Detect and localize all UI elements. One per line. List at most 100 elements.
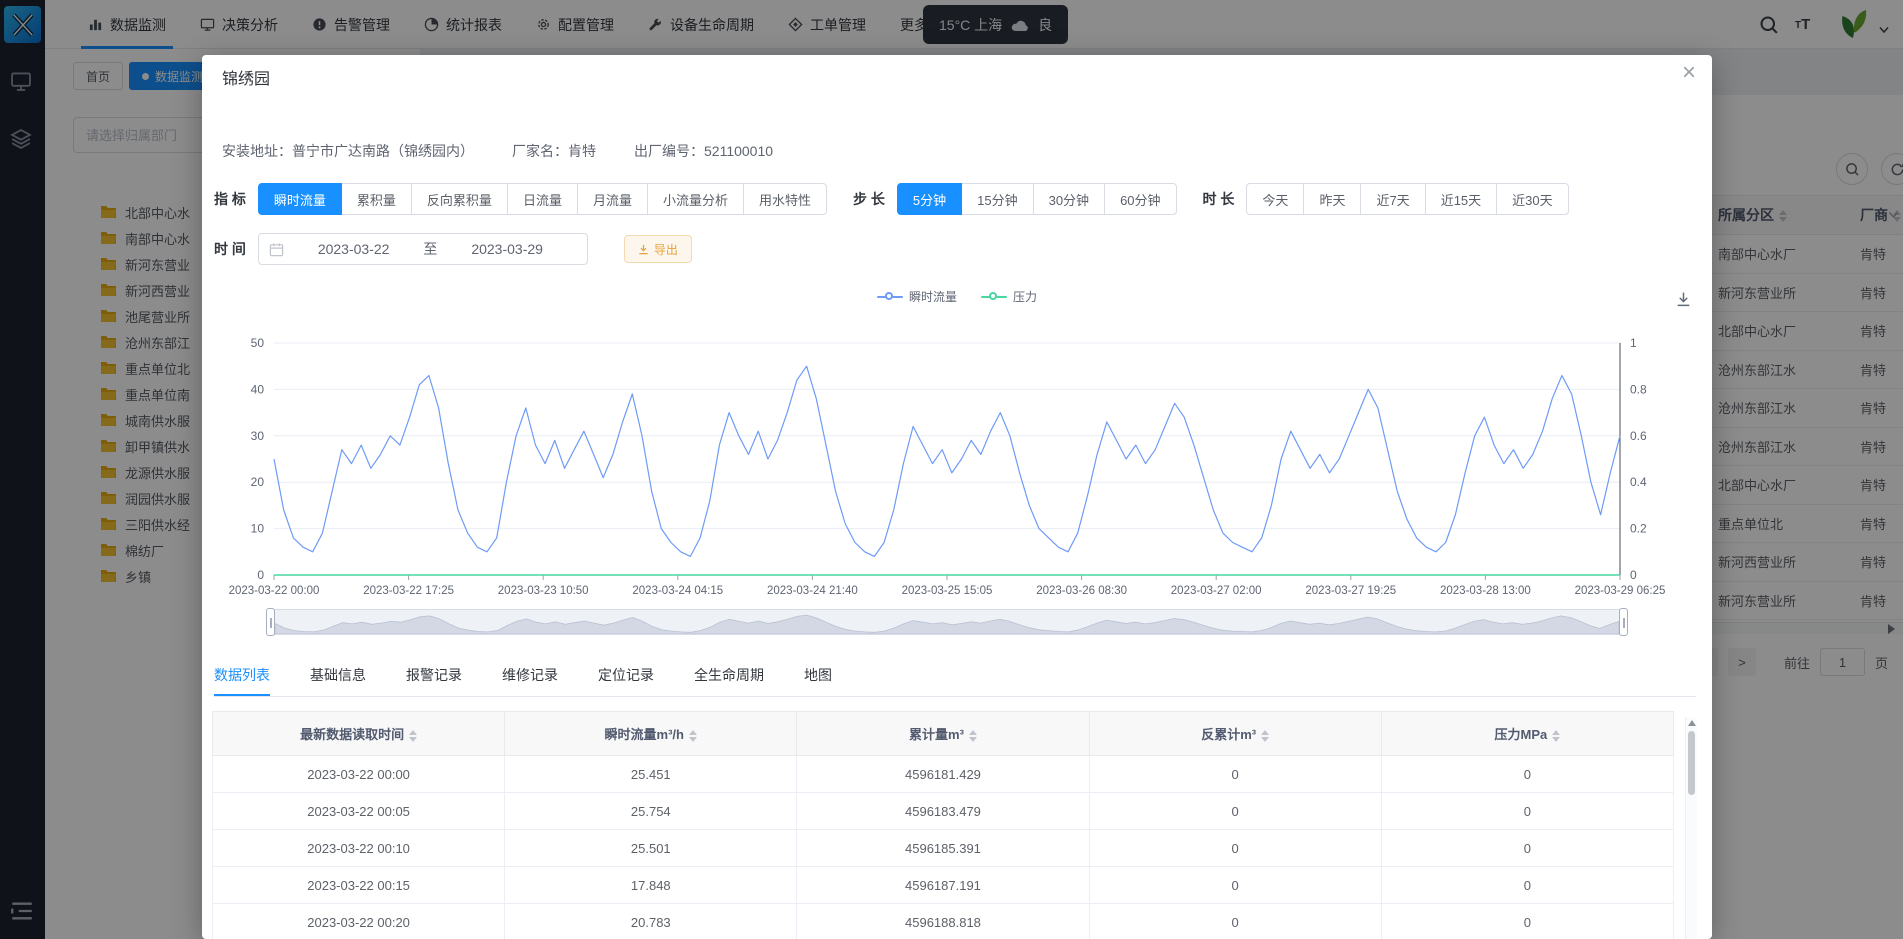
table-column-0[interactable]: 最新数据读取时间 — [211, 711, 506, 756]
scrollbar-thumb[interactable] — [1688, 731, 1695, 795]
table-cell: 4596188.818 — [796, 903, 1090, 939]
datazoom-track[interactable] — [274, 609, 1620, 635]
table-column-3[interactable]: 反累计m³ — [1088, 711, 1382, 756]
svg-text:0.8: 0.8 — [1630, 382, 1647, 396]
svg-text:0.4: 0.4 — [1630, 475, 1647, 489]
legend-item-0[interactable]: 瞬时流量 — [876, 288, 957, 305]
datazoom-left-handle[interactable] — [266, 608, 275, 636]
duration-button-0[interactable]: 今天 — [1246, 183, 1305, 215]
table-cell: 0 — [1088, 903, 1382, 939]
step-button-0[interactable]: 5分钟 — [896, 183, 963, 215]
legend-marker — [981, 291, 1007, 302]
sort-icon — [689, 729, 697, 742]
duration-button-4[interactable]: 近30天 — [1496, 183, 1569, 215]
device-info-row: 安装地址：普宁市广达南路（锦绣园内） 厂家名：肯特 出厂编号：521100010 — [222, 141, 773, 161]
table-cell: 4596187.191 — [796, 866, 1090, 904]
step-label: 步 长 — [853, 191, 885, 207]
detail-tabs: 数据列表 基础信息 报警记录 维修记录 定位记录 全生命周期 地图 — [214, 655, 1696, 697]
table-cell: 0 — [1088, 755, 1382, 793]
detail-tab-3[interactable]: 维修记录 — [502, 655, 558, 696]
column-label: 压力MPa — [1494, 727, 1548, 742]
detail-tab-5[interactable]: 全生命周期 — [694, 655, 764, 696]
detail-tab-4[interactable]: 定位记录 — [598, 655, 654, 696]
table-cell: 4596185.391 — [796, 829, 1090, 867]
duration-button-2[interactable]: 近7天 — [1360, 183, 1426, 215]
scroll-up-icon[interactable] — [1688, 720, 1696, 726]
svg-text:2023-03-24 21:40: 2023-03-24 21:40 — [767, 585, 858, 597]
data-list-table: 最新数据读取时间 瞬时流量m³/h 累计量m³ 反累计m³ 压力MPa 2023-03-… — [211, 711, 1675, 939]
metric-button-6[interactable]: 用水特性 — [742, 183, 827, 215]
table-cell: 25.501 — [504, 829, 798, 867]
step-button-group: 5分钟 15分钟 30分钟 60分钟 — [896, 183, 1177, 215]
detail-tab-1[interactable]: 基础信息 — [310, 655, 366, 696]
table-column-4[interactable]: 压力MPa — [1380, 711, 1675, 756]
table-vertical-scrollbar[interactable] — [1685, 717, 1697, 939]
metric-button-3[interactable]: 日流量 — [506, 183, 578, 215]
date-separator: 至 — [423, 241, 438, 257]
duration-button-3[interactable]: 近15天 — [1424, 183, 1498, 215]
table-cell: 2023-03-22 00:10 — [211, 829, 506, 867]
table-row-1: 2023-03-22 00:05 25.754 4596183.479 0 0 — [211, 792, 1675, 830]
column-label: 反累计m³ — [1201, 727, 1257, 742]
legend-marker — [876, 291, 903, 302]
detail-tab-6[interactable]: 地图 — [804, 655, 832, 696]
datazoom-right-handle[interactable] — [1619, 608, 1628, 636]
svg-text:0.6: 0.6 — [1630, 429, 1647, 443]
table-cell: 20.783 — [504, 903, 798, 939]
export-label: 导出 — [653, 242, 678, 257]
serial-number: 出厂编号：521100010 — [634, 143, 774, 159]
calendar-icon — [269, 242, 284, 257]
svg-text:10: 10 — [251, 522, 265, 536]
chart-datazoom-slider[interactable] — [266, 607, 1628, 637]
date-end[interactable]: 2023-03-29 — [437, 241, 577, 257]
date-start[interactable]: 2023-03-22 — [284, 241, 424, 257]
svg-text:2023-03-22 17:25: 2023-03-22 17:25 — [363, 585, 454, 597]
date-range-picker[interactable]: 2023-03-22 至 2023-03-29 — [257, 233, 588, 265]
flow-pressure-chart: 0 0 10 0.2 20 0.4 30 0.6 40 0.8 50 1 2023-03-22 00:0… — [229, 336, 1666, 597]
time-label: 时 间 — [214, 241, 246, 257]
metric-button-2[interactable]: 反向累积量 — [410, 183, 508, 215]
table-cell: 0 — [1380, 792, 1675, 830]
table-cell: 2023-03-22 00:05 — [211, 792, 506, 830]
table-row-4: 2023-03-22 00:20 20.783 4596188.818 0 0 — [211, 903, 1675, 939]
table-column-1[interactable]: 瞬时流量m³/h — [504, 711, 798, 756]
duration-label: 时 长 — [1202, 191, 1235, 207]
metric-button-5[interactable]: 小流量分析 — [646, 183, 744, 215]
svg-text:20: 20 — [251, 475, 265, 489]
table-row-3: 2023-03-22 00:15 17.848 4596187.191 0 0 — [211, 866, 1675, 904]
svg-text:40: 40 — [251, 382, 265, 396]
table-cell: 0 — [1088, 866, 1382, 904]
legend-item-1[interactable]: 压力 — [981, 288, 1037, 305]
save-chart-image-icon[interactable] — [1675, 291, 1692, 308]
metric-button-4[interactable]: 月流量 — [576, 183, 648, 215]
svg-text:2023-03-26 08:30: 2023-03-26 08:30 — [1036, 585, 1127, 597]
table-cell: 17.848 — [504, 866, 798, 904]
table-cell: 4596183.479 — [796, 792, 1090, 830]
table-cell: 0 — [1088, 792, 1382, 830]
svg-text:50: 50 — [251, 336, 265, 350]
table-cell: 0 — [1088, 829, 1382, 867]
download-icon — [638, 244, 649, 255]
modal-title: 锦绣园 — [222, 71, 271, 88]
table-column-2[interactable]: 累计量m³ — [796, 711, 1090, 756]
column-label: 累计量m³ — [909, 727, 964, 742]
table-cell: 2023-03-22 00:20 — [211, 903, 506, 939]
step-button-2[interactable]: 30分钟 — [1032, 183, 1106, 215]
export-button[interactable]: 导出 — [623, 235, 692, 263]
metric-button-0[interactable]: 瞬时流量 — [257, 183, 342, 215]
table-cell: 2023-03-22 00:15 — [211, 866, 506, 904]
step-button-1[interactable]: 15分钟 — [961, 183, 1034, 215]
close-icon[interactable]: × — [1682, 61, 1696, 85]
chart-legend: 瞬时流量 压力 — [202, 288, 1712, 305]
duration-button-1[interactable]: 昨天 — [1303, 183, 1362, 215]
svg-text:2023-03-25 15:05: 2023-03-25 15:05 — [902, 585, 993, 597]
step-button-3[interactable]: 60分钟 — [1104, 183, 1177, 215]
sort-icon — [1261, 729, 1270, 742]
metric-button-group: 瞬时流量 累积量 反向累积量 日流量 月流量 小流量分析 用水特性 — [257, 183, 827, 215]
metric-button-1[interactable]: 累积量 — [340, 183, 412, 215]
time-row: 时 间 2023-03-22 至 2023-03-29 导出 — [214, 233, 692, 265]
detail-tab-0[interactable]: 数据列表 — [214, 655, 270, 696]
detail-tab-2[interactable]: 报警记录 — [406, 655, 462, 696]
manufacturer: 厂家名：肯特 — [512, 143, 596, 159]
table-cell: 0 — [1380, 866, 1675, 904]
